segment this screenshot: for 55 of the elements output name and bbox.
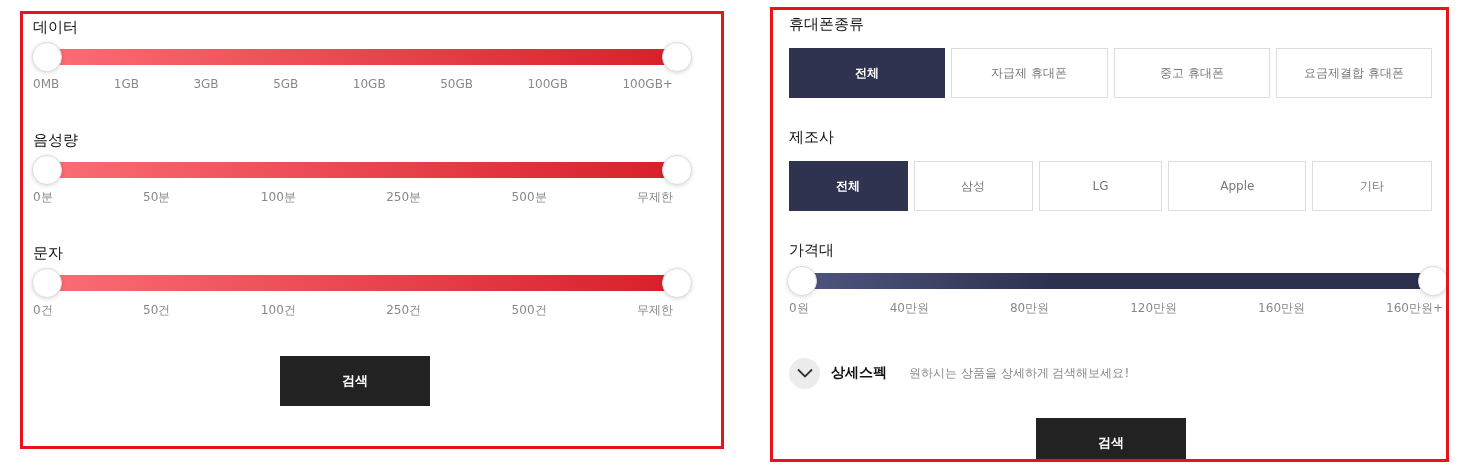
section-title: 제조사 — [789, 127, 835, 147]
option-button[interactable]: 기타 — [1312, 161, 1432, 211]
section-title: 휴대폰종류 — [789, 14, 865, 34]
tick-label: 160만원 — [1258, 300, 1305, 316]
search-button[interactable]: 검색 — [280, 356, 430, 406]
expand-button[interactable] — [789, 357, 820, 389]
slider-handle[interactable] — [32, 42, 62, 72]
tick-label: 50건 — [143, 302, 171, 318]
search-button[interactable]: 검색 — [1036, 418, 1186, 459]
tick-label: 250건 — [386, 302, 422, 318]
tick-label: 80만원 — [1009, 300, 1050, 316]
section-title: 가격대 — [789, 240, 835, 260]
option-button[interactable]: 전체 — [789, 161, 908, 211]
slider-handle[interactable] — [662, 268, 692, 298]
chevron-down-icon — [796, 368, 813, 378]
option-button[interactable]: 요금제결합 휴대폰 — [1275, 48, 1432, 98]
section-title: 음성량 — [33, 130, 79, 150]
slider-handle[interactable] — [662, 155, 692, 185]
tick-label: 250분 — [386, 189, 422, 205]
slider-handle[interactable] — [662, 42, 692, 72]
tick-label: 100GB+ — [622, 76, 673, 92]
option-button[interactable]: Apple — [1168, 161, 1307, 211]
tick-label: 100분 — [260, 189, 296, 205]
tick-label: 40만원 — [889, 300, 929, 316]
tick-label: 0원 — [789, 300, 809, 316]
tick-label: 50GB — [440, 76, 473, 92]
detail-title: 상세스펙 — [831, 364, 887, 382]
slider-handle[interactable] — [32, 155, 62, 185]
tick-label: 100건 — [260, 302, 296, 318]
tick-label: 3GB — [193, 76, 219, 92]
slider-handle[interactable] — [787, 266, 817, 296]
tick-label: 10GB — [352, 76, 386, 92]
tick-label: 0건 — [33, 302, 53, 318]
tick-label: 무제한 — [637, 302, 673, 318]
tick-label: 100GB — [527, 76, 568, 92]
option-button[interactable]: 전체 — [789, 48, 946, 98]
slider-handle[interactable] — [1418, 266, 1446, 296]
option-button[interactable]: 자급제 휴대폰 — [951, 48, 1108, 98]
tick-label: 120만원 — [1130, 300, 1178, 316]
tick-label: 500건 — [511, 302, 547, 318]
detail-hint: 원하시는 상품을 상세하게 검색해보세요! — [909, 364, 1130, 382]
tick-label: 0분 — [33, 189, 53, 205]
tick-label: 160만원+ — [1386, 300, 1443, 316]
tick-label: 500분 — [511, 189, 547, 205]
slider-handle[interactable] — [32, 268, 62, 298]
tick-label: 50분 — [143, 189, 171, 205]
option-button[interactable]: 중고 휴대폰 — [1113, 48, 1270, 98]
tick-label: 1GB — [113, 76, 139, 92]
section-title: 문자 — [33, 243, 64, 263]
option-button[interactable]: 삼성 — [913, 161, 1033, 211]
option-button[interactable]: LG — [1038, 161, 1163, 211]
tick-label: 0MB — [33, 76, 60, 92]
tick-label: 무제한 — [637, 189, 673, 205]
section-title: 데이터 — [33, 17, 79, 37]
tick-label: 5GB — [273, 76, 299, 92]
